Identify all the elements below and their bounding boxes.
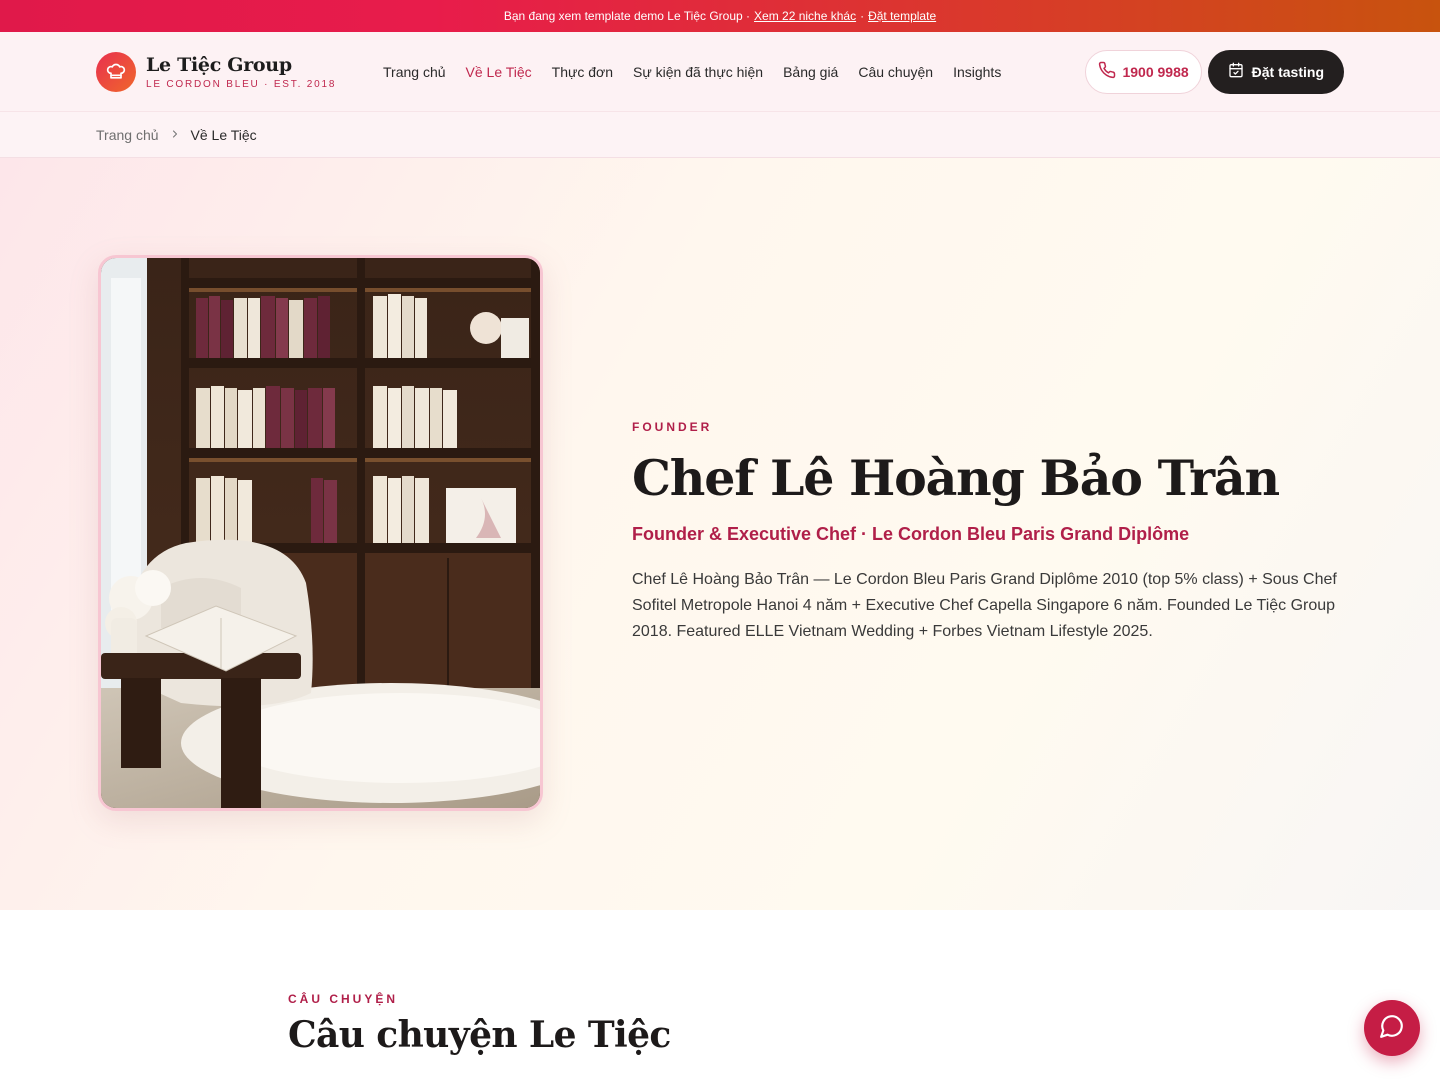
phone-number: 1900 9988 xyxy=(1122,63,1189,80)
order-template-link[interactable]: Đặt template xyxy=(868,9,936,23)
site-header: Le Tiệc Group LE CORDON BLEU · EST. 2018… xyxy=(0,32,1440,112)
founder-library-image xyxy=(98,255,543,811)
founder-eyebrow: FOUNDER xyxy=(632,420,713,434)
phone-button[interactable]: 1900 9988 xyxy=(1085,49,1202,94)
story-eyebrow: CÂU CHUYỆN xyxy=(288,992,399,1006)
nav-item-events[interactable]: Sự kiện đã thực hiện xyxy=(633,64,763,80)
announcement-bar: Bạn đang xem template demo Le Tiệc Group… xyxy=(0,0,1440,32)
breadcrumb: Trang chủ Về Le Tiệc xyxy=(0,112,1440,158)
founder-role: Founder & Executive Chef · Le Cordon Ble… xyxy=(632,524,1190,544)
chat-button[interactable] xyxy=(1364,1000,1420,1056)
breadcrumb-current: Về Le Tiệc xyxy=(190,126,257,143)
nav-item-home[interactable]: Trang chủ xyxy=(383,64,446,80)
book-tasting-label: Đặt tasting xyxy=(1251,63,1324,80)
founder-section: FOUNDER Chef Lê Hoàng Bảo Trân Founder &… xyxy=(0,158,1440,910)
nav-item-insights[interactable]: Insights xyxy=(953,64,1001,80)
header-actions: 1900 9988 Đặt tasting xyxy=(1085,49,1344,94)
nav-item-menu[interactable]: Thực đơn xyxy=(552,64,613,80)
founder-bio: Chef Lê Hoàng Bảo Trân — Le Cordon Bleu … xyxy=(632,571,1337,640)
chevron-right-icon xyxy=(169,127,181,143)
chef-hat-icon xyxy=(96,51,136,92)
book-tasting-button[interactable]: Đặt tasting xyxy=(1207,49,1344,94)
founder-info: FOUNDER Chef Lê Hoàng Bảo Trân Founder &… xyxy=(632,420,1352,645)
founder-name: Chef Lê Hoàng Bảo Trân xyxy=(632,449,1280,507)
main-nav: Trang chủ Về Le Tiệc Thực đơn Sự kiện đã… xyxy=(383,64,1001,80)
chat-bubble-icon xyxy=(1379,1013,1405,1044)
nav-item-stories[interactable]: Câu chuyện xyxy=(858,64,933,80)
nav-item-pricing[interactable]: Bảng giá xyxy=(783,64,838,80)
announcement-text: Bạn đang xem template demo Le Tiệc Group… xyxy=(503,9,751,23)
phone-icon xyxy=(1098,61,1116,82)
brand-logo-link[interactable]: Le Tiệc Group LE CORDON BLEU · EST. 2018 xyxy=(96,51,383,92)
nav-item-about[interactable]: Về Le Tiệc xyxy=(466,64,532,80)
calendar-icon xyxy=(1228,62,1244,81)
brand-tagline: LE CORDON BLEU · EST. 2018 xyxy=(146,78,337,90)
brand-name: Le Tiệc Group xyxy=(146,53,292,76)
story-section: CÂU CHUYỆN Câu chuyện Le Tiệc xyxy=(0,910,1440,1080)
breadcrumb-home[interactable]: Trang chủ xyxy=(96,127,159,143)
announcement-separator: · xyxy=(860,9,865,23)
story-title: Câu chuyện Le Tiệc xyxy=(288,1014,671,1056)
view-niches-link[interactable]: Xem 22 niche khác xyxy=(754,9,856,23)
